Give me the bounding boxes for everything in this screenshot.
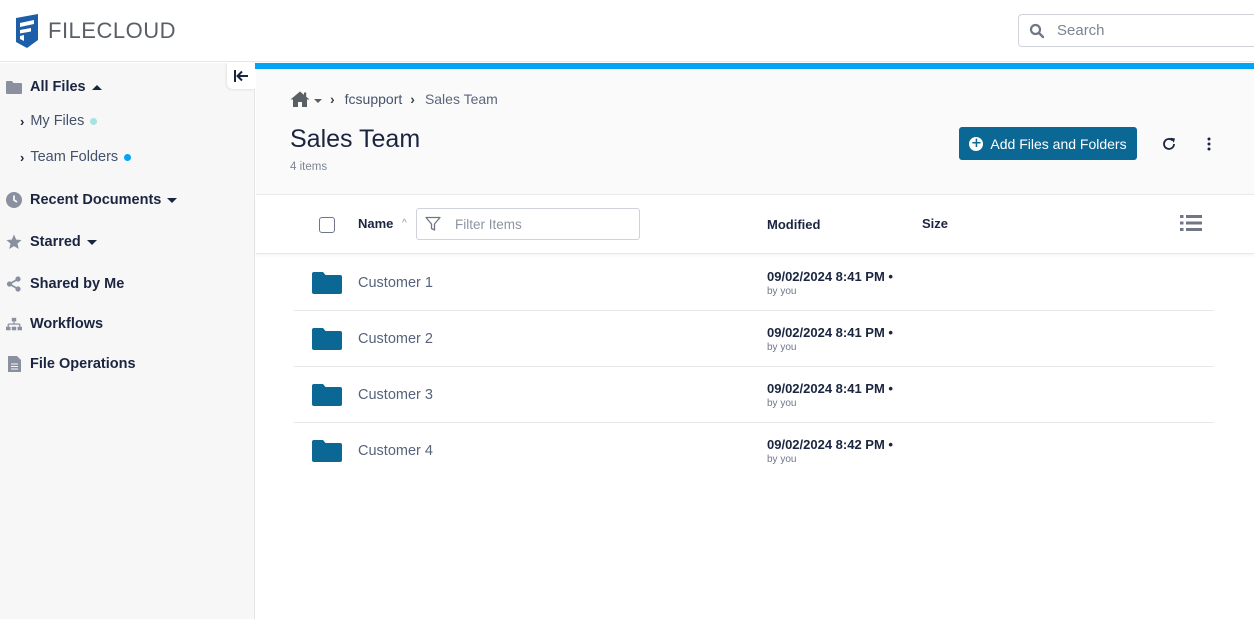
table-row[interactable]: Customer 1 09/02/2024 8:41 PM • by you [294,255,1214,311]
sort-ascending-icon[interactable]: ^ [402,218,407,229]
document-icon [6,356,22,372]
caret-down-icon [86,239,97,245]
add-button-label: Add Files and Folders [990,135,1127,152]
modified-by: by you [767,286,797,297]
modified-by: by you [767,454,797,465]
sidebar-item-label: My Files [30,113,85,129]
sidebar-item-my-files[interactable]: › My Files [20,113,98,129]
table-row[interactable]: Customer 4 09/02/2024 8:42 PM • by you [294,423,1214,479]
sidebar-item-label: Team Folders [30,149,119,165]
filter-items-box[interactable] [416,208,640,240]
clock-icon [6,192,22,208]
column-header-size[interactable]: Size [922,216,948,231]
table-row[interactable]: Customer 2 09/02/2024 8:41 PM • by you [294,311,1214,367]
home-icon [290,91,310,107]
caret-down-icon [314,98,322,103]
chevron-right-icon: › [410,91,415,107]
modified-date: 09/02/2024 8:41 PM • [767,269,893,284]
breadcrumb-fcsupport[interactable]: fcsupport [345,91,403,107]
share-icon [6,276,22,292]
add-files-and-folders-button[interactable]: + Add Files and Folders [959,127,1137,160]
more-vertical-icon [1207,137,1211,151]
modified-by: by you [767,398,797,409]
modified-by: by you [767,342,797,353]
sidebar-item-label: Recent Documents [30,192,162,208]
sidebar-item-label: All Files [30,79,86,95]
folder-icon [312,440,342,462]
search-input[interactable] [1057,22,1237,39]
sidebar-item-recent-documents[interactable]: Recent Documents [0,192,178,208]
file-name[interactable]: Customer 1 [358,275,433,291]
column-header-modified[interactable]: Modified [767,217,820,232]
collapse-sidebar-button[interactable] [227,63,255,89]
search-icon [1029,23,1045,38]
chevron-right-icon: › [330,91,335,107]
sidebar-item-workflows[interactable]: Workflows [0,316,103,332]
sidebar-item-all-files[interactable]: All Files [0,79,102,95]
refresh-button[interactable] [1157,132,1181,156]
table-row[interactable]: Customer 3 09/02/2024 8:41 PM • by you [294,367,1214,423]
file-name[interactable]: Customer 4 [358,443,433,459]
home-button[interactable] [290,91,322,107]
search-box[interactable] [1018,14,1254,47]
folder-header: › fcsupport › Sales Team Sales Team 4 it… [256,69,1254,195]
file-name[interactable]: Customer 2 [358,331,433,347]
sidebar-item-shared-by-me[interactable]: Shared by Me [0,276,124,292]
folder-icon [6,79,22,95]
folder-icon [312,272,342,294]
folder-icon [312,328,342,350]
file-name[interactable]: Customer 3 [358,387,433,403]
status-dot [90,117,98,125]
top-header: FILECLOUD [0,0,1254,62]
item-count: 4 items [290,161,328,173]
more-options-button[interactable] [1197,132,1221,156]
collapse-left-icon [234,70,248,82]
page-title: Sales Team [290,125,421,153]
brand-name: FILECLOUD [48,18,176,43]
list-view-icon [1180,215,1202,231]
column-header-name[interactable]: Name [358,216,393,231]
sidebar-item-file-operations[interactable]: File Operations [0,356,136,372]
refresh-icon [1163,137,1175,150]
breadcrumb-current: Sales Team [424,91,498,107]
caret-up-icon [91,84,102,90]
workflow-icon [6,316,22,332]
caret-down-icon [167,197,178,203]
modified-date: 09/02/2024 8:42 PM • [767,437,893,452]
modified-date: 09/02/2024 8:41 PM • [767,325,893,340]
table-header: Name ^ Modified Size [256,196,1254,254]
star-icon [6,234,22,250]
breadcrumb: › fcsupport › Sales Team [290,91,498,107]
sidebar-item-label: Shared by Me [30,276,125,292]
sidebar-item-label: Starred [30,234,81,250]
list-view-toggle[interactable] [1180,214,1202,234]
sidebar-item-team-folders[interactable]: › Team Folders [20,149,132,165]
chevron-right-icon: › [20,113,25,129]
sidebar: All Files › My Files › Team Folders Rece… [0,63,255,619]
file-list: Customer 1 09/02/2024 8:41 PM • by you C… [294,255,1214,479]
sidebar-item-starred[interactable]: Starred [0,234,97,250]
filter-icon [425,216,441,231]
filecloud-logo[interactable]: FILECLOUD [14,14,176,48]
plus-circle-icon: + [969,135,984,151]
modified-date: 09/02/2024 8:41 PM • [767,381,893,396]
status-dot [124,153,132,161]
filecloud-logo-icon [16,14,38,48]
folder-icon [312,384,342,406]
sidebar-item-label: Workflows [30,316,104,332]
chevron-right-icon: › [20,149,25,165]
sidebar-item-label: File Operations [30,356,136,372]
select-all-checkbox[interactable] [319,217,335,233]
filter-items-input[interactable] [455,216,625,232]
